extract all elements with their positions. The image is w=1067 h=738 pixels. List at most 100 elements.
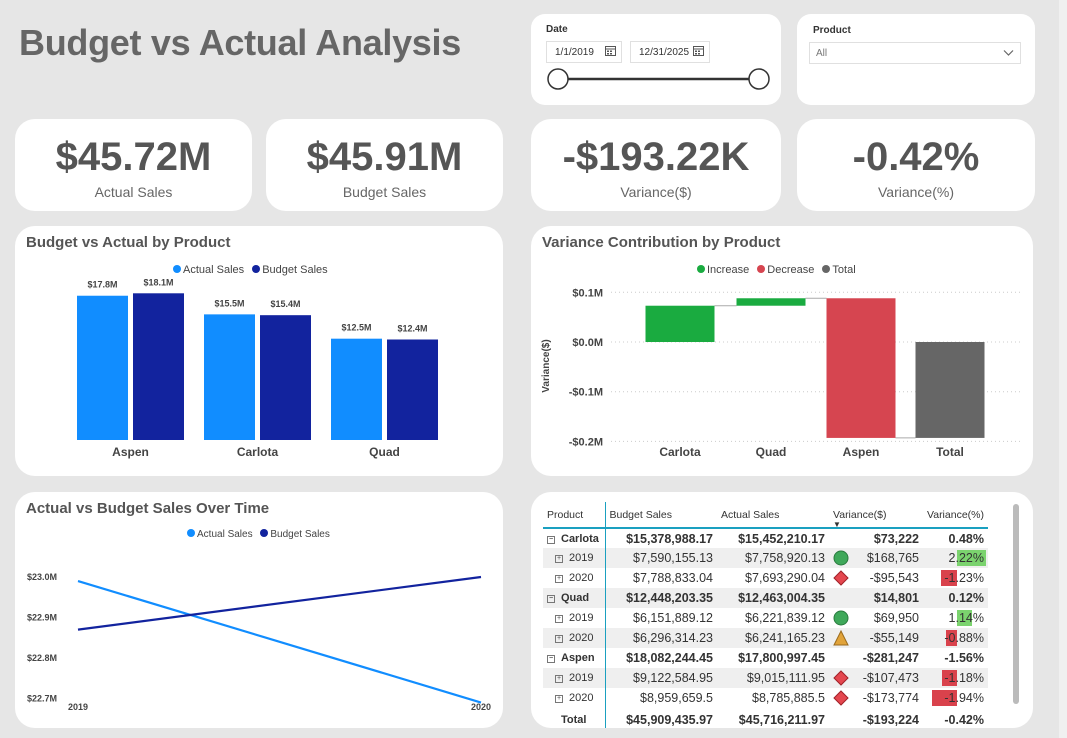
date-slicer: Date 1/1/2019 12/31/2025 xyxy=(531,14,781,105)
row-label: Aspen xyxy=(561,652,595,664)
x-tick-label: Quad xyxy=(756,445,787,459)
column-header[interactable]: Variance(%) xyxy=(923,502,988,529)
column-header[interactable]: Budget Sales xyxy=(605,502,717,529)
matrix-group-row[interactable]: − Quad $12,448,203.35 $12,463,004.35 $14,801… xyxy=(543,588,988,608)
matrix-detail-row[interactable]: +2019 $6,151,889.12 $6,221,839.12 $69,950 1.… xyxy=(543,608,988,628)
calendar-icon[interactable] xyxy=(693,45,704,56)
row-header[interactable]: +2019 xyxy=(543,668,606,688)
bar-actual-aspen[interactable] xyxy=(77,295,128,440)
variance-matrix: Product Budget Sales Actual Sales Varian… xyxy=(543,502,988,728)
sales-over-time-chart-card: Actual vs Budget Sales Over Time Actual … xyxy=(15,492,503,728)
matrix-group-row[interactable]: − Aspen $18,082,244.45 $17,800,997.45 -$281,… xyxy=(543,648,988,668)
bar-actual-quad[interactable] xyxy=(331,338,382,440)
start-date-input[interactable]: 1/1/2019 xyxy=(546,41,622,63)
expand-icon[interactable]: + xyxy=(555,635,563,643)
red-diamond-icon xyxy=(833,670,849,686)
collapse-icon[interactable]: − xyxy=(547,595,555,603)
actual-cell: $6,221,839.12 xyxy=(745,611,825,625)
y-tick-label: $22.7M xyxy=(27,694,57,704)
series-line-budget[interactable] xyxy=(77,575,482,631)
bar-budget-quad[interactable] xyxy=(387,339,438,440)
variance-value: $69,950 xyxy=(873,611,919,625)
variance-value: -$173,774 xyxy=(862,691,919,705)
kpi-actual-sales: $45.72M Actual Sales xyxy=(15,119,252,211)
bar-budget-carlota[interactable] xyxy=(260,315,311,440)
data-label: $15.4M xyxy=(270,299,300,309)
variance-value: -$95,543 xyxy=(869,571,919,585)
budget-cell: $18,082,244.45 xyxy=(626,651,713,665)
matrix-total-row: Total $45,909,435.97 $45,716,211.97 -$193,2… xyxy=(543,708,988,728)
row-header[interactable]: +2020 xyxy=(543,688,606,708)
expand-icon[interactable]: + xyxy=(555,615,563,623)
matrix-detail-row[interactable]: +2019 $9,122,584.95 $9,015,111.95 -$107,473… xyxy=(543,668,988,688)
date-slicer-label: Date xyxy=(546,24,568,35)
actual-cell: $6,241,165.23 xyxy=(745,631,825,645)
data-label: $12.4M xyxy=(397,323,427,333)
variance-cell: -$173,774 xyxy=(829,688,923,708)
variance-pct-value: 0.48% xyxy=(948,531,984,546)
row-header[interactable]: +2019 xyxy=(543,548,606,568)
matrix-detail-row[interactable]: +2020 $7,788,833.04 $7,693,290.04 -$95,543 -… xyxy=(543,568,988,588)
green-circle-icon xyxy=(833,550,849,566)
range-end-handle[interactable] xyxy=(748,68,770,90)
waterfall-bar-carlota[interactable] xyxy=(645,305,715,342)
variance-matrix-card: Product Budget Sales Actual Sales Varian… xyxy=(531,492,1033,728)
red-diamond-icon xyxy=(833,690,849,706)
actual-cell: $12,463,004.35 xyxy=(738,591,825,605)
green-circle-icon xyxy=(833,610,849,626)
column-header-sorted[interactable]: Variance($) ▼ xyxy=(829,502,923,529)
product-dropdown[interactable]: All xyxy=(809,42,1021,64)
total-actual: $45,716,211.97 xyxy=(738,713,825,727)
matrix-scrollbar[interactable] xyxy=(1013,504,1019,704)
matrix-group-row[interactable]: − Carlota $15,378,988.17 $15,452,210.17 $73,… xyxy=(543,528,988,548)
row-header[interactable]: − Carlota xyxy=(543,528,606,548)
series-line-actual[interactable] xyxy=(77,579,482,704)
row-header[interactable]: − Aspen xyxy=(543,648,606,668)
end-date-input[interactable]: 12/31/2025 xyxy=(630,41,710,63)
variance-pct-value: 1.14% xyxy=(948,611,984,625)
product-slicer-label: Product xyxy=(813,25,851,36)
row-label: 2020 xyxy=(569,572,594,584)
waterfall-bar-total[interactable] xyxy=(915,342,985,438)
variance-pct-value: -1.56% xyxy=(944,651,984,665)
variance-pct-cell: -1.56% xyxy=(923,648,988,668)
variance-pct-value: -1.94% xyxy=(944,691,984,705)
variance-contribution-chart-card: Variance Contribution by Product Increas… xyxy=(531,226,1033,476)
waterfall-bar-aspen[interactable] xyxy=(826,298,896,438)
collapse-icon[interactable]: − xyxy=(547,535,555,544)
actual-cell: $8,785,885.5 xyxy=(752,691,825,705)
kpi-value: -0.42% xyxy=(852,135,980,179)
budget-cell: $6,296,314.23 xyxy=(633,631,713,645)
column-header[interactable]: Product xyxy=(543,502,606,529)
variance-cell: -$55,149 xyxy=(829,628,923,648)
row-header[interactable]: +2020 xyxy=(543,628,606,648)
calendar-icon[interactable] xyxy=(605,45,616,56)
x-tick-label: Carlota xyxy=(659,445,701,459)
expand-icon[interactable]: + xyxy=(555,575,563,583)
variance-pct-cell: -1.23% xyxy=(923,568,988,588)
expand-icon[interactable]: + xyxy=(555,675,563,683)
column-header[interactable]: Actual Sales xyxy=(717,502,829,529)
waterfall-bar-quad[interactable] xyxy=(736,298,806,306)
expand-icon[interactable]: + xyxy=(555,695,563,703)
matrix-detail-row[interactable]: +2019 $7,590,155.13 $7,758,920.13 $168,765 2… xyxy=(543,548,988,568)
total-label: Total xyxy=(543,708,606,728)
bar-actual-carlota[interactable] xyxy=(204,314,255,440)
matrix-detail-row[interactable]: +2020 $6,296,314.23 $6,241,165.23 -$55,149 -… xyxy=(543,628,988,648)
variance-value: $168,765 xyxy=(866,551,919,565)
collapse-icon[interactable]: − xyxy=(547,655,555,663)
budget-cell: $15,378,988.17 xyxy=(626,531,713,546)
expand-icon[interactable]: + xyxy=(555,555,563,563)
y-tick-label: $23.0M xyxy=(27,572,57,582)
date-range-slider[interactable] xyxy=(545,66,773,92)
bar-budget-aspen[interactable] xyxy=(133,293,184,440)
row-header[interactable]: +2019 xyxy=(543,608,606,628)
range-start-handle[interactable] xyxy=(547,68,569,90)
end-date-value: 12/31/2025 xyxy=(639,47,690,58)
row-header[interactable]: − Quad xyxy=(543,588,606,608)
data-label: $17.8M xyxy=(87,280,117,290)
x-tick-label: Aspen xyxy=(112,445,149,459)
row-header[interactable]: +2020 xyxy=(543,568,606,588)
page-scrollbar[interactable] xyxy=(1059,0,1067,738)
matrix-detail-row[interactable]: +2020 $8,959,659.5 $8,785,885.5 -$173,774 -1… xyxy=(543,688,988,708)
